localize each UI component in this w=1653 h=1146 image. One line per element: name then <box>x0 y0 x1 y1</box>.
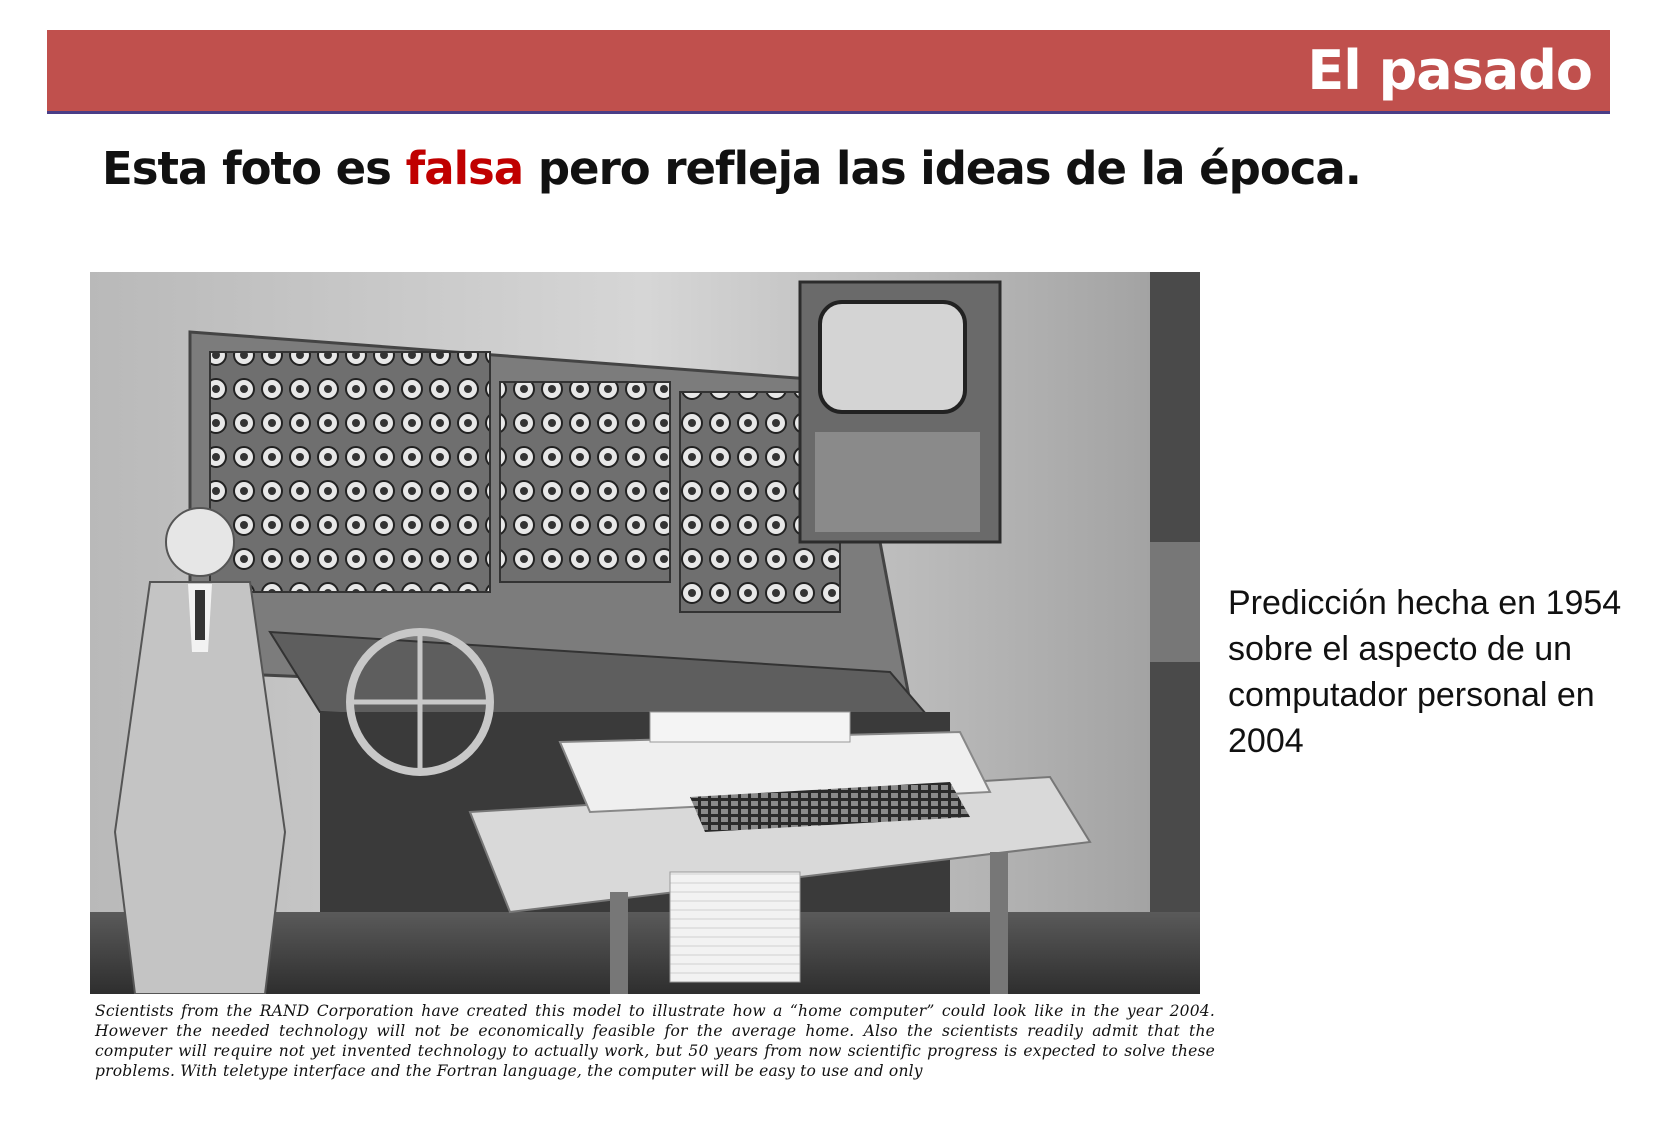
headline-highlight: falsa <box>405 142 525 195</box>
prediction-note: Predicción hecha en 1954 sobre el aspect… <box>1228 584 1622 760</box>
slide-title: El pasado <box>1307 39 1593 102</box>
title-bar: El pasado <box>47 30 1610 114</box>
headline-end: pero refleja las ideas de la época. <box>523 142 1362 195</box>
photo-caption: Scientists from the RAND Corporation hav… <box>95 1002 1215 1080</box>
headline-start: Esta foto es <box>102 142 406 195</box>
computer-photo <box>90 272 1200 994</box>
headline: Esta foto es falsa pero refleja las idea… <box>102 142 1362 195</box>
computer-photo-illustration <box>90 272 1200 994</box>
